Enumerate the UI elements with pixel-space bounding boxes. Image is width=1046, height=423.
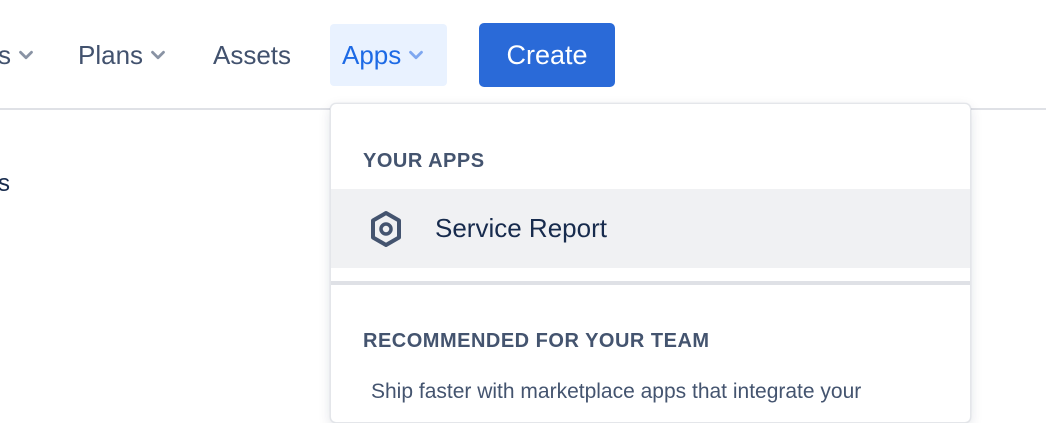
top-navigation-bar: s Plans Assets Apps Create — [0, 0, 1046, 110]
nav-item-apps-label: Apps — [342, 39, 402, 70]
section-divider — [331, 281, 970, 285]
chevron-down-icon — [19, 50, 33, 60]
nav-item-partial[interactable]: s — [0, 24, 37, 86]
nav-item-apps[interactable]: Apps — [330, 24, 447, 86]
nav-item-plans[interactable]: Plans — [78, 24, 169, 86]
recommended-description: Ship faster with marketplace apps that i… — [371, 380, 862, 403]
your-apps-heading: YOUR APPS — [363, 150, 485, 172]
nav-item-assets[interactable]: Assets — [213, 24, 291, 86]
chevron-down-icon — [151, 50, 165, 60]
nav-item-plans-label: Plans — [78, 39, 144, 70]
chevron-down-icon — [409, 50, 424, 60]
nav-item-assets-label: Assets — [213, 39, 292, 70]
recommended-heading: RECOMMENDED FOR YOUR TEAM — [363, 330, 710, 352]
create-button[interactable]: Create — [479, 23, 615, 87]
apps-dropdown-menu: YOUR APPS Service Report RECOMMENDED FOR… — [330, 103, 971, 423]
app-item-label: Service Report — [435, 213, 607, 243]
nav-item-partial-label: s — [0, 39, 11, 70]
hexagon-gear-icon — [371, 211, 401, 247]
app-item-service-report[interactable]: Service Report — [331, 189, 970, 268]
sidebar-partial-label: s — [0, 170, 10, 197]
